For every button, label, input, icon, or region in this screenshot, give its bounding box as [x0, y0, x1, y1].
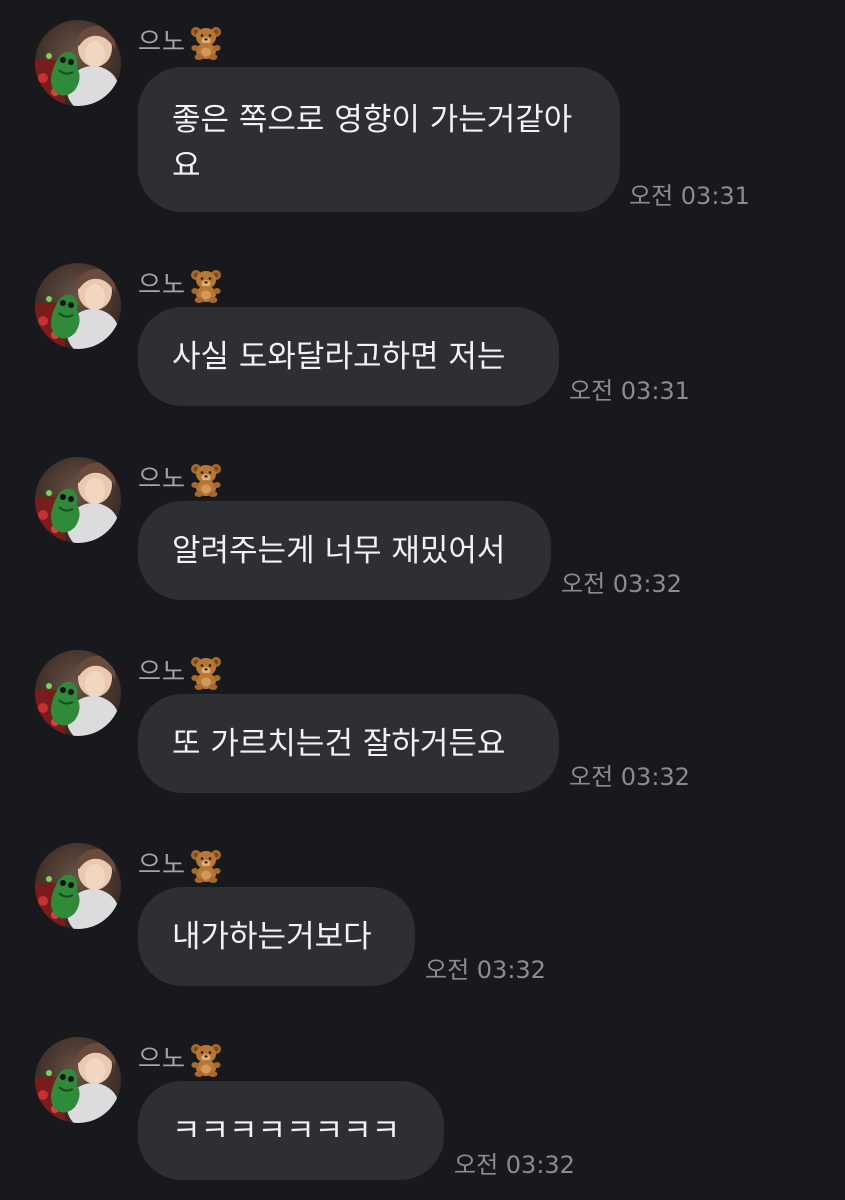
message-timestamp: 오전 03:31	[629, 182, 750, 210]
avatar[interactable]	[35, 263, 121, 349]
teddy-bear-icon	[188, 267, 224, 303]
message-timestamp: 오전 03:32	[425, 956, 546, 984]
message-text: 좋은 쪽으로 영향이 가는거같아 요	[172, 102, 573, 184]
message-timestamp: 오전 03:32	[561, 570, 682, 598]
message-group: 으노 알려주는게 너무 재밌어서 오전 03:32	[0, 437, 845, 617]
chat-message-list: 으노 좋은 쪽으로 영향이 가는거같아 요 오전 03:31 으노 사실 도와달…	[0, 0, 845, 1200]
message-group: 으노 사실 도와달라고하면 저는 오전 03:31	[0, 243, 845, 423]
message-bubble[interactable]: ㅋㅋㅋㅋㅋㅋㅋㅋ	[138, 1081, 444, 1180]
message-timestamp: 오전 03:31	[569, 377, 690, 405]
sender-row: 으노	[138, 845, 224, 885]
sender-row: 으노	[138, 22, 224, 62]
sender-name: 으노	[138, 464, 187, 493]
message-text: ㅋㅋㅋㅋㅋㅋㅋㅋ	[172, 1113, 401, 1149]
avatar[interactable]	[35, 1037, 121, 1123]
message-bubble[interactable]: 좋은 쪽으로 영향이 가는거같아 요	[138, 67, 620, 212]
sender-row: 으노	[138, 652, 224, 692]
sender-row: 으노	[138, 1039, 224, 1079]
avatar[interactable]	[35, 650, 121, 736]
message-group: 으노 ㅋㅋㅋㅋㅋㅋㅋㅋ 오전 03:32	[0, 1017, 845, 1200]
message-text: 사실 도와달라고하면 저는	[172, 339, 506, 375]
sender-name: 으노	[138, 270, 187, 299]
teddy-bear-icon	[188, 1041, 224, 1077]
sender-name: 으노	[138, 657, 187, 686]
message-text: 또 가르치는건 잘하거든요	[172, 726, 506, 762]
message-bubble[interactable]: 또 가르치는건 잘하거든요	[138, 694, 559, 793]
teddy-bear-icon	[188, 654, 224, 690]
message-group: 으노 또 가르치는건 잘하거든요 오전 03:32	[0, 630, 845, 810]
avatar[interactable]	[35, 20, 121, 106]
message-bubble[interactable]: 내가하는거보다	[138, 887, 415, 986]
sender-row: 으노	[138, 459, 224, 499]
teddy-bear-icon	[188, 461, 224, 497]
sender-name: 으노	[138, 1044, 187, 1073]
sender-row: 으노	[138, 265, 224, 305]
sender-name: 으노	[138, 850, 187, 879]
avatar[interactable]	[35, 457, 121, 543]
message-group: 으노 내가하는거보다 오전 03:32	[0, 823, 845, 1003]
message-text: 알려주는게 너무 재밌어서	[172, 533, 506, 569]
sender-name: 으노	[138, 27, 187, 56]
message-group: 으노 좋은 쪽으로 영향이 가는거같아 요 오전 03:31	[0, 0, 845, 230]
message-bubble[interactable]: 사실 도와달라고하면 저는	[138, 307, 559, 406]
message-text: 내가하는거보다	[172, 919, 372, 955]
teddy-bear-icon	[188, 847, 224, 883]
message-bubble[interactable]: 알려주는게 너무 재밌어서	[138, 501, 551, 600]
message-timestamp: 오전 03:32	[454, 1151, 575, 1179]
message-timestamp: 오전 03:32	[569, 763, 690, 791]
avatar[interactable]	[35, 843, 121, 929]
teddy-bear-icon	[188, 24, 224, 60]
